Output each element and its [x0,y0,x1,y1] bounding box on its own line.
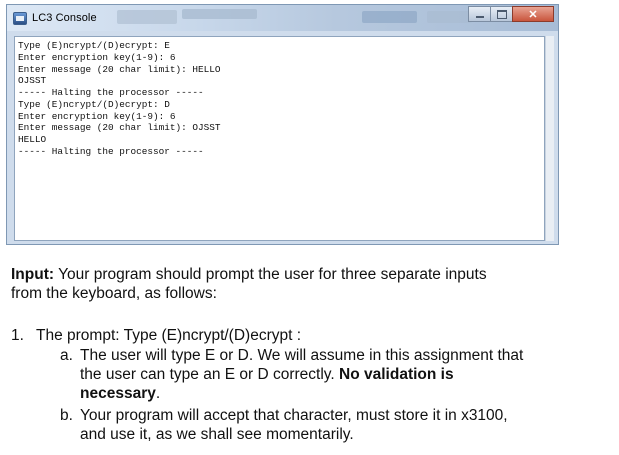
list-item-1-number: 1. [11,327,24,344]
input-heading: Input: [11,266,55,283]
list-item-1-text: The prompt: Type (E)ncrypt/(D)ecrypt : [36,327,302,344]
sub-item-a-suffix: . [155,385,161,402]
input-paragraph-line-1: Input: Your program should prompt the us… [11,266,487,284]
instructions-document: Input: Your program should prompt the us… [0,0,619,455]
sub-item-a-text: the user can type an E or D correctly. [80,366,340,383]
sub-item-b-letter: b. [60,407,73,424]
sub-item-a-line-2: the user can type an E or D correctly. N… [80,366,454,384]
input-paragraph-line-2: from the keyboard, as follows: [11,285,217,302]
sub-item-b-line-1: Your program will accept that character,… [80,407,508,424]
sub-item-a-bold: No validation is [339,366,454,383]
sub-item-a-bold-2: necessary [80,385,156,402]
sub-item-b-line-2: and use it, as we shall see momentarily. [80,426,354,443]
sub-item-a-line-3: necessary. [80,385,160,403]
sub-item-a-line-1: The user will type E or D. We will assum… [80,347,524,364]
input-text: Your program should prompt the user for … [54,266,487,283]
sub-item-a-letter: a. [60,347,73,364]
